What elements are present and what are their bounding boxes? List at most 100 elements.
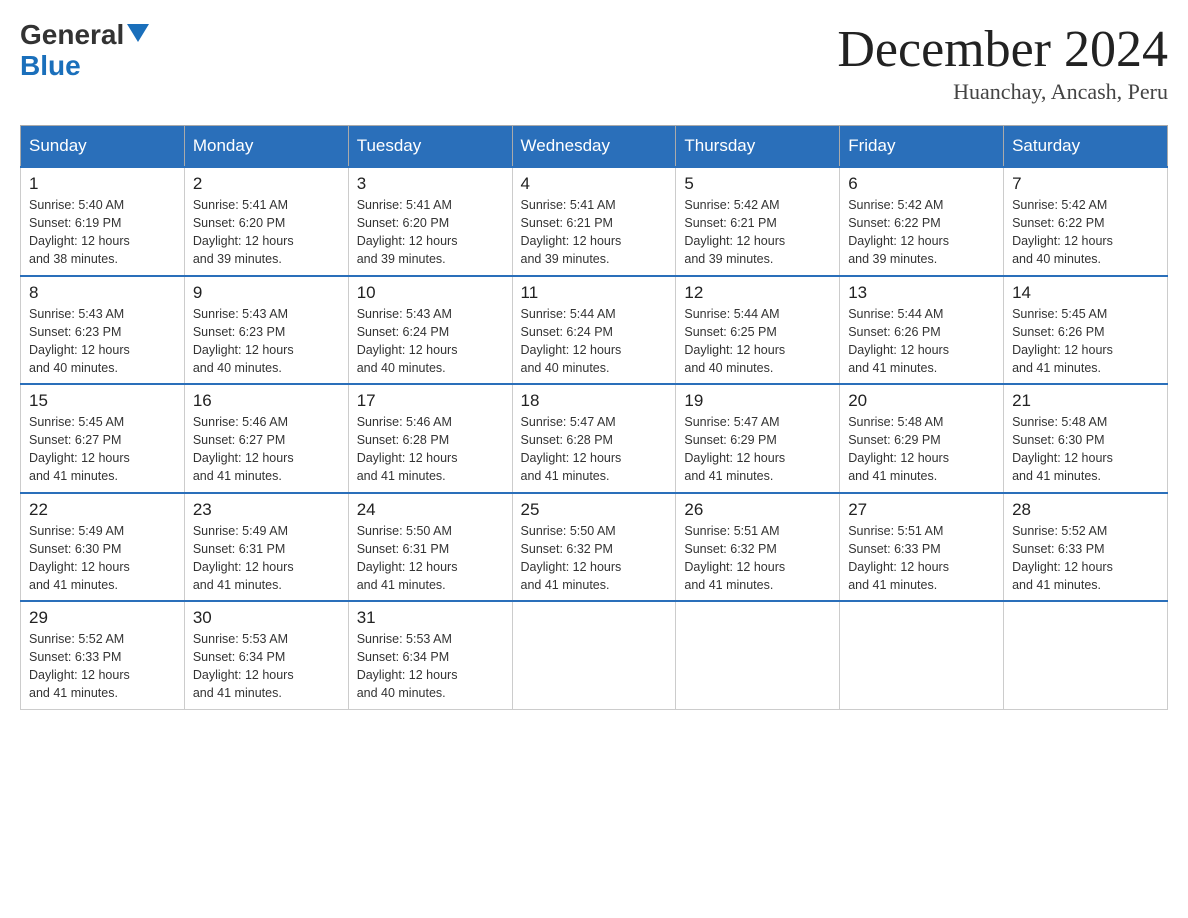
day-number: 28 [1012, 500, 1159, 520]
calendar-day-4: 4Sunrise: 5:41 AMSunset: 6:21 PMDaylight… [512, 167, 676, 276]
calendar-day-11: 11Sunrise: 5:44 AMSunset: 6:24 PMDayligh… [512, 276, 676, 385]
day-number: 20 [848, 391, 995, 411]
day-number: 7 [1012, 174, 1159, 194]
calendar-day-20: 20Sunrise: 5:48 AMSunset: 6:29 PMDayligh… [840, 384, 1004, 493]
calendar-day-22: 22Sunrise: 5:49 AMSunset: 6:30 PMDayligh… [21, 493, 185, 602]
day-info: Sunrise: 5:41 AMSunset: 6:21 PMDaylight:… [521, 196, 668, 269]
day-number: 24 [357, 500, 504, 520]
day-number: 9 [193, 283, 340, 303]
calendar-header-row: SundayMondayTuesdayWednesdayThursdayFrid… [21, 126, 1168, 168]
calendar-day-5: 5Sunrise: 5:42 AMSunset: 6:21 PMDaylight… [676, 167, 840, 276]
calendar-day-31: 31Sunrise: 5:53 AMSunset: 6:34 PMDayligh… [348, 601, 512, 709]
day-number: 23 [193, 500, 340, 520]
calendar-day-27: 27Sunrise: 5:51 AMSunset: 6:33 PMDayligh… [840, 493, 1004, 602]
day-number: 18 [521, 391, 668, 411]
day-info: Sunrise: 5:41 AMSunset: 6:20 PMDaylight:… [357, 196, 504, 269]
calendar-day-2: 2Sunrise: 5:41 AMSunset: 6:20 PMDaylight… [184, 167, 348, 276]
day-info: Sunrise: 5:43 AMSunset: 6:24 PMDaylight:… [357, 305, 504, 378]
day-info: Sunrise: 5:42 AMSunset: 6:22 PMDaylight:… [848, 196, 995, 269]
calendar-empty-cell [840, 601, 1004, 709]
calendar-day-6: 6Sunrise: 5:42 AMSunset: 6:22 PMDaylight… [840, 167, 1004, 276]
day-info: Sunrise: 5:44 AMSunset: 6:24 PMDaylight:… [521, 305, 668, 378]
calendar-header-sunday: Sunday [21, 126, 185, 168]
calendar-header-thursday: Thursday [676, 126, 840, 168]
calendar-day-18: 18Sunrise: 5:47 AMSunset: 6:28 PMDayligh… [512, 384, 676, 493]
logo-triangle-icon [127, 24, 149, 42]
day-info: Sunrise: 5:53 AMSunset: 6:34 PMDaylight:… [357, 630, 504, 703]
calendar-week-4: 22Sunrise: 5:49 AMSunset: 6:30 PMDayligh… [21, 493, 1168, 602]
day-number: 26 [684, 500, 831, 520]
calendar-header-monday: Monday [184, 126, 348, 168]
day-info: Sunrise: 5:44 AMSunset: 6:26 PMDaylight:… [848, 305, 995, 378]
day-info: Sunrise: 5:48 AMSunset: 6:30 PMDaylight:… [1012, 413, 1159, 486]
calendar-day-21: 21Sunrise: 5:48 AMSunset: 6:30 PMDayligh… [1004, 384, 1168, 493]
calendar-day-9: 9Sunrise: 5:43 AMSunset: 6:23 PMDaylight… [184, 276, 348, 385]
calendar-day-23: 23Sunrise: 5:49 AMSunset: 6:31 PMDayligh… [184, 493, 348, 602]
day-info: Sunrise: 5:48 AMSunset: 6:29 PMDaylight:… [848, 413, 995, 486]
calendar-empty-cell [512, 601, 676, 709]
calendar-week-2: 8Sunrise: 5:43 AMSunset: 6:23 PMDaylight… [21, 276, 1168, 385]
day-number: 11 [521, 283, 668, 303]
page-header: General Blue December 2024 Huanchay, Anc… [20, 20, 1168, 105]
day-number: 29 [29, 608, 176, 628]
calendar-day-19: 19Sunrise: 5:47 AMSunset: 6:29 PMDayligh… [676, 384, 840, 493]
day-info: Sunrise: 5:43 AMSunset: 6:23 PMDaylight:… [29, 305, 176, 378]
day-info: Sunrise: 5:41 AMSunset: 6:20 PMDaylight:… [193, 196, 340, 269]
day-number: 17 [357, 391, 504, 411]
day-info: Sunrise: 5:45 AMSunset: 6:27 PMDaylight:… [29, 413, 176, 486]
day-number: 1 [29, 174, 176, 194]
calendar-table: SundayMondayTuesdayWednesdayThursdayFrid… [20, 125, 1168, 710]
day-info: Sunrise: 5:53 AMSunset: 6:34 PMDaylight:… [193, 630, 340, 703]
day-info: Sunrise: 5:44 AMSunset: 6:25 PMDaylight:… [684, 305, 831, 378]
day-number: 8 [29, 283, 176, 303]
calendar-day-3: 3Sunrise: 5:41 AMSunset: 6:20 PMDaylight… [348, 167, 512, 276]
logo-general-text: General [20, 20, 124, 51]
day-number: 30 [193, 608, 340, 628]
day-info: Sunrise: 5:49 AMSunset: 6:30 PMDaylight:… [29, 522, 176, 595]
calendar-empty-cell [1004, 601, 1168, 709]
day-number: 4 [521, 174, 668, 194]
day-number: 21 [1012, 391, 1159, 411]
day-number: 27 [848, 500, 995, 520]
calendar-header-tuesday: Tuesday [348, 126, 512, 168]
day-info: Sunrise: 5:46 AMSunset: 6:28 PMDaylight:… [357, 413, 504, 486]
day-info: Sunrise: 5:49 AMSunset: 6:31 PMDaylight:… [193, 522, 340, 595]
logo: General Blue [20, 20, 149, 82]
day-info: Sunrise: 5:42 AMSunset: 6:22 PMDaylight:… [1012, 196, 1159, 269]
day-info: Sunrise: 5:47 AMSunset: 6:29 PMDaylight:… [684, 413, 831, 486]
calendar-day-8: 8Sunrise: 5:43 AMSunset: 6:23 PMDaylight… [21, 276, 185, 385]
calendar-header-friday: Friday [840, 126, 1004, 168]
day-number: 6 [848, 174, 995, 194]
title-block: December 2024 Huanchay, Ancash, Peru [837, 20, 1168, 105]
day-info: Sunrise: 5:43 AMSunset: 6:23 PMDaylight:… [193, 305, 340, 378]
calendar-empty-cell [676, 601, 840, 709]
day-info: Sunrise: 5:40 AMSunset: 6:19 PMDaylight:… [29, 196, 176, 269]
day-number: 16 [193, 391, 340, 411]
calendar-day-1: 1Sunrise: 5:40 AMSunset: 6:19 PMDaylight… [21, 167, 185, 276]
day-number: 22 [29, 500, 176, 520]
calendar-header-saturday: Saturday [1004, 126, 1168, 168]
day-number: 25 [521, 500, 668, 520]
logo-blue-text: Blue [20, 51, 81, 82]
calendar-day-24: 24Sunrise: 5:50 AMSunset: 6:31 PMDayligh… [348, 493, 512, 602]
day-info: Sunrise: 5:51 AMSunset: 6:33 PMDaylight:… [848, 522, 995, 595]
calendar-week-5: 29Sunrise: 5:52 AMSunset: 6:33 PMDayligh… [21, 601, 1168, 709]
day-number: 3 [357, 174, 504, 194]
calendar-header-wednesday: Wednesday [512, 126, 676, 168]
calendar-day-14: 14Sunrise: 5:45 AMSunset: 6:26 PMDayligh… [1004, 276, 1168, 385]
calendar-day-26: 26Sunrise: 5:51 AMSunset: 6:32 PMDayligh… [676, 493, 840, 602]
calendar-day-7: 7Sunrise: 5:42 AMSunset: 6:22 PMDaylight… [1004, 167, 1168, 276]
page-title: December 2024 [837, 20, 1168, 79]
day-number: 15 [29, 391, 176, 411]
day-info: Sunrise: 5:42 AMSunset: 6:21 PMDaylight:… [684, 196, 831, 269]
calendar-day-10: 10Sunrise: 5:43 AMSunset: 6:24 PMDayligh… [348, 276, 512, 385]
day-info: Sunrise: 5:52 AMSunset: 6:33 PMDaylight:… [29, 630, 176, 703]
calendar-day-25: 25Sunrise: 5:50 AMSunset: 6:32 PMDayligh… [512, 493, 676, 602]
day-number: 10 [357, 283, 504, 303]
day-info: Sunrise: 5:47 AMSunset: 6:28 PMDaylight:… [521, 413, 668, 486]
day-info: Sunrise: 5:50 AMSunset: 6:31 PMDaylight:… [357, 522, 504, 595]
calendar-day-28: 28Sunrise: 5:52 AMSunset: 6:33 PMDayligh… [1004, 493, 1168, 602]
day-number: 14 [1012, 283, 1159, 303]
day-number: 5 [684, 174, 831, 194]
day-info: Sunrise: 5:52 AMSunset: 6:33 PMDaylight:… [1012, 522, 1159, 595]
